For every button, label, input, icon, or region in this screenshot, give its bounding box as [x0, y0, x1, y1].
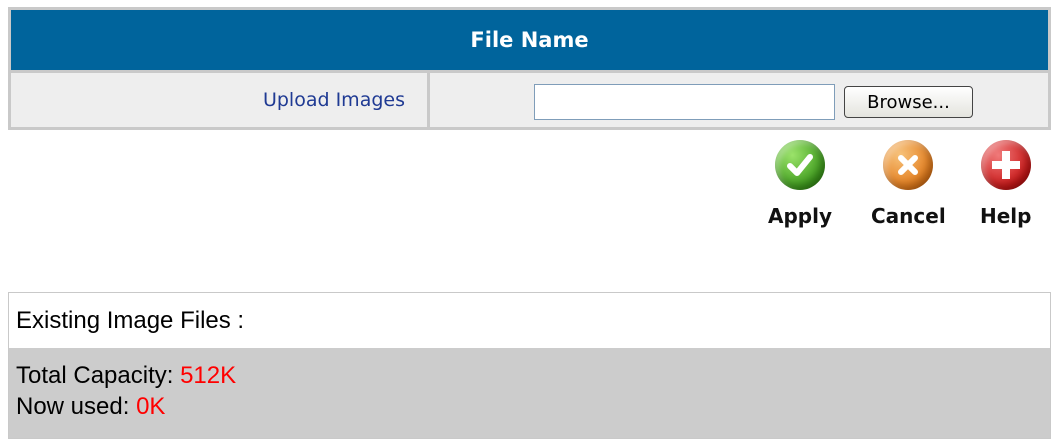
file-path-input[interactable] — [534, 84, 835, 120]
existing-image-files-panel: Existing Image Files : Total Capacity: 5… — [8, 292, 1051, 439]
help-label: Help — [980, 204, 1032, 228]
total-capacity-value: 512K — [180, 362, 237, 389]
total-capacity-label: Total Capacity: — [16, 362, 174, 389]
x-icon — [883, 140, 934, 190]
table-header-file-name: File Name — [11, 10, 1048, 70]
now-used-label: Now used: — [16, 393, 130, 420]
cancel-label: Cancel — [871, 204, 946, 228]
checkmark-icon — [775, 140, 825, 190]
apply-button[interactable]: Apply — [768, 140, 832, 228]
total-capacity-line: Total Capacity: 512K — [16, 360, 1050, 391]
now-used-line: Now used: 0K — [16, 391, 1050, 422]
apply-label: Apply — [768, 204, 833, 228]
capacity-info: Total Capacity: 512K Now used: 0K — [9, 348, 1050, 438]
now-used-value: 0K — [136, 393, 166, 420]
existing-files-title: Existing Image Files : — [16, 306, 245, 334]
cancel-button[interactable]: Cancel — [871, 140, 946, 228]
help-button[interactable]: Help — [980, 140, 1031, 228]
browse-button[interactable]: Browse... — [844, 86, 973, 118]
file-input-cell: Browse... — [430, 73, 1048, 127]
upload-table: File Name Upload Images Browse... — [8, 7, 1051, 130]
upload-images-label: Upload Images — [11, 73, 427, 127]
plus-icon — [980, 140, 1031, 190]
